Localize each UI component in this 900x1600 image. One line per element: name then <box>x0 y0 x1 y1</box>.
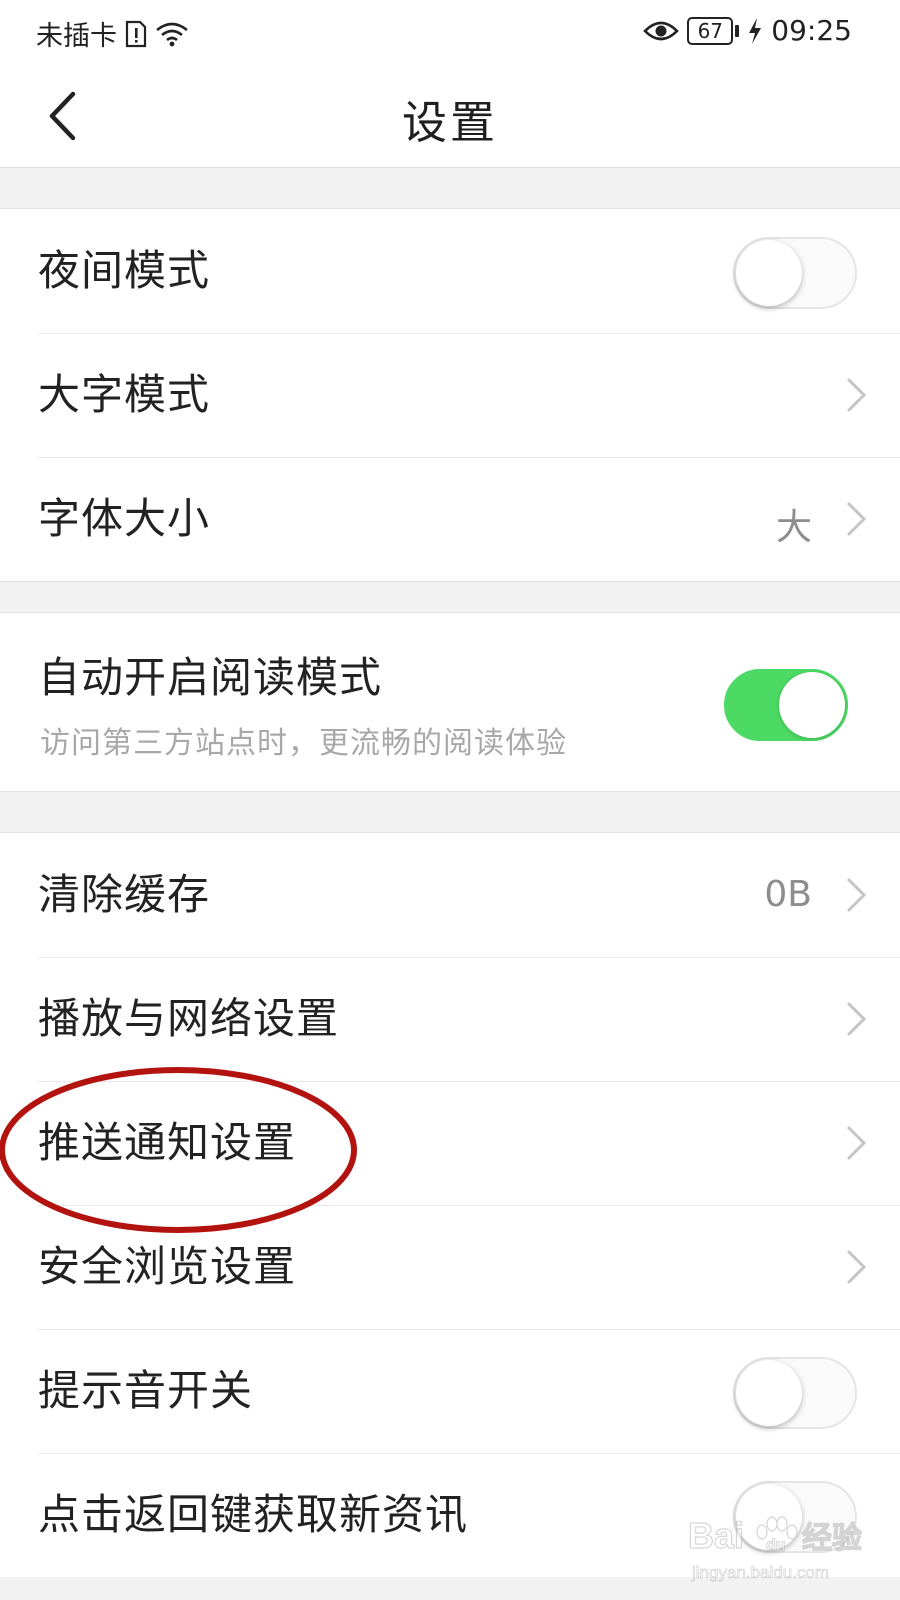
chevron-right-icon <box>846 1125 867 1161</box>
toggle-knob <box>736 1360 802 1426</box>
night-mode-label: 夜间模式 <box>38 246 211 295</box>
sound-switch-label: 提示音开关 <box>38 1366 254 1415</box>
auto-reading-mode-description: 访问第三方站点时，更流畅的阅读体验 <box>40 726 567 761</box>
wifi-icon <box>156 22 188 46</box>
header: 设置 <box>0 64 900 168</box>
font-size-value: 大 <box>775 507 812 548</box>
sound-switch-toggle[interactable] <box>733 1357 857 1429</box>
status-left: 未插卡 <box>36 14 189 53</box>
night-mode-row[interactable]: 夜间模式 <box>0 209 900 333</box>
status-right: 67 09:25 <box>643 14 852 47</box>
battery-icon: 67 <box>687 16 740 45</box>
auto-reading-mode-label: 自动开启阅读模式 <box>38 653 383 702</box>
safe-browsing-settings-row[interactable]: 安全浏览设置 <box>0 1205 900 1329</box>
clock: 09:25 <box>771 14 852 47</box>
charging-icon <box>749 17 762 44</box>
chevron-right-icon <box>846 877 867 913</box>
safe-browsing-settings-label: 安全浏览设置 <box>38 1242 297 1291</box>
font-size-label: 字体大小 <box>38 494 211 543</box>
sim-alert-icon <box>125 20 147 47</box>
toggle-knob <box>779 672 845 738</box>
settings-group-display: 夜间模式 大字模式 字体大小 大 <box>0 208 900 582</box>
carrier-text: 未插卡 <box>36 21 117 52</box>
font-size-row[interactable]: 字体大小 大 <box>0 457 900 581</box>
settings-group-reading: 自动开启阅读模式 访问第三方站点时，更流畅的阅读体验 <box>0 612 900 792</box>
battery-level: 67 <box>697 18 724 43</box>
clear-cache-row[interactable]: 清除缓存 0B <box>0 833 900 957</box>
auto-reading-mode-toggle[interactable] <box>724 669 848 741</box>
toggle-knob <box>736 240 802 306</box>
chevron-right-icon <box>846 1249 867 1285</box>
cache-size-value: 0B <box>764 874 812 915</box>
toggle-knob <box>736 1484 802 1550</box>
chevron-right-icon <box>846 377 867 413</box>
sound-switch-row[interactable]: 提示音开关 <box>0 1329 900 1453</box>
back-key-refresh-toggle[interactable] <box>733 1481 857 1553</box>
status-bar: 未插卡 67 09:25 <box>0 0 900 64</box>
large-text-mode-label: 大字模式 <box>38 370 211 419</box>
eye-icon <box>643 21 680 40</box>
push-notification-settings-row[interactable]: 推送通知设置 <box>0 1081 900 1205</box>
clear-cache-label: 清除缓存 <box>38 870 211 919</box>
large-text-mode-row[interactable]: 大字模式 <box>0 333 900 457</box>
playback-network-settings-label: 播放与网络设置 <box>38 994 340 1043</box>
back-key-refresh-row[interactable]: 点击返回键获取新资讯 <box>0 1453 900 1577</box>
chevron-right-icon <box>846 501 867 537</box>
auto-reading-mode-row[interactable]: 自动开启阅读模式 访问第三方站点时，更流畅的阅读体验 <box>0 613 900 791</box>
playback-network-settings-row[interactable]: 播放与网络设置 <box>0 957 900 1081</box>
page-title: 设置 <box>401 96 498 149</box>
night-mode-toggle[interactable] <box>733 237 857 309</box>
chevron-right-icon <box>846 1001 867 1037</box>
push-notification-settings-label: 推送通知设置 <box>38 1118 297 1167</box>
back-key-refresh-label: 点击返回键获取新资讯 <box>38 1490 469 1539</box>
settings-group-general: 清除缓存 0B 播放与网络设置 推送通知设置 安全浏览设置 提示音开关 点击返回… <box>0 832 900 1577</box>
